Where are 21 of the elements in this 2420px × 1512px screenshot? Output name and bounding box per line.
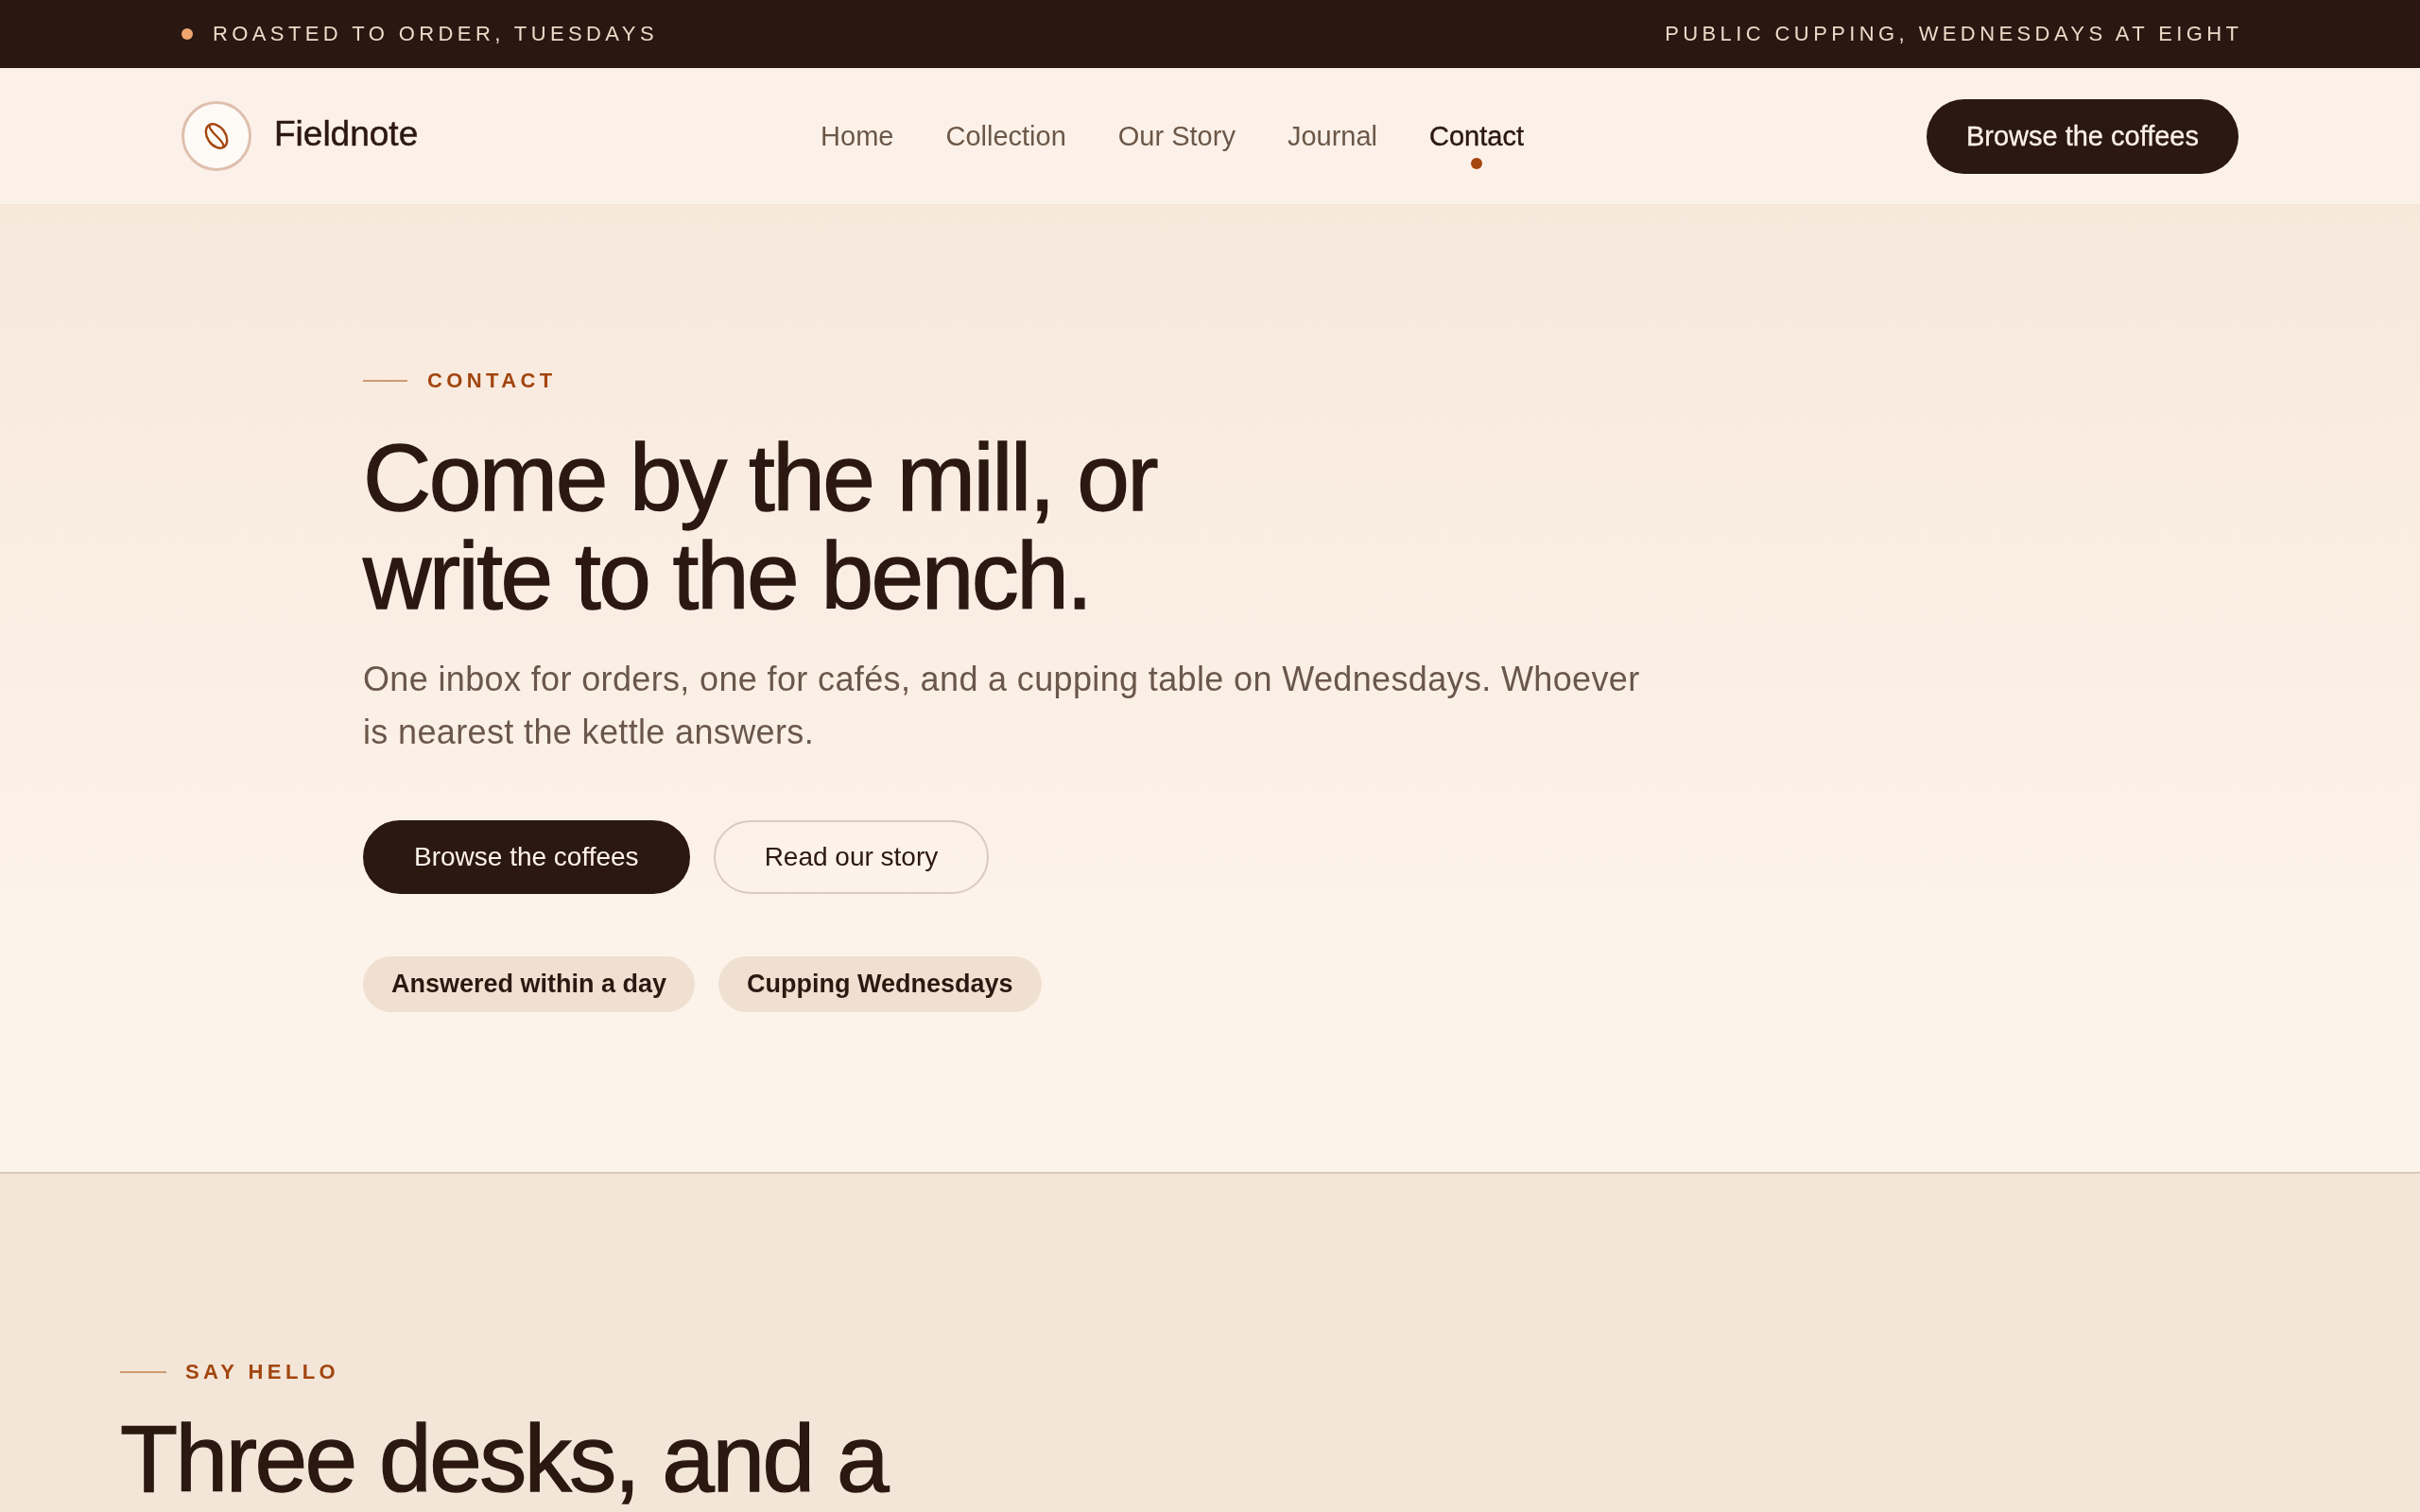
browse-button[interactable]: Browse the coffees — [363, 820, 690, 894]
browse-button[interactable]: Browse the coffees — [1926, 98, 2238, 174]
hero-heading: Come by the mill, or write to the bench. — [363, 428, 1158, 625]
nav-link[interactable]: Our Story — [1117, 102, 1236, 170]
announcement-text: ROASTED TO ORDER, TUESDAYS — [213, 22, 658, 46]
coffee-bean-logo-icon — [182, 101, 251, 171]
nav-link[interactable]: Contact — [1429, 102, 1524, 170]
story-button[interactable]: Read our story — [713, 820, 990, 894]
hero-lead-text: One inbox for orders, one for cafés, and a cupping table on Wednesdays. Whoever is nearest the kettle answers. — [363, 659, 1641, 753]
nav-link[interactable]: Journal — [1287, 102, 1378, 170]
nav-link[interactable]: Home — [821, 102, 894, 170]
dot-icon — [182, 28, 193, 40]
announcement-text: PUBLIC CUPPING, WEDNESDAYS AT EIGHT — [1665, 22, 2243, 46]
nav-link[interactable]: Collection — [945, 102, 1066, 170]
section-eyebrow: CONTACT — [427, 369, 557, 393]
brand-name: Fieldnote — [274, 114, 419, 154]
active-dot-icon — [1471, 158, 1482, 169]
section-eyebrow: SAY HELLO — [185, 1360, 340, 1384]
info-tag: Cupping Wednesdays — [718, 956, 1042, 1012]
section-heading: Three desks, and a — [120, 1409, 888, 1507]
info-tag: Answered within a day — [363, 956, 696, 1012]
